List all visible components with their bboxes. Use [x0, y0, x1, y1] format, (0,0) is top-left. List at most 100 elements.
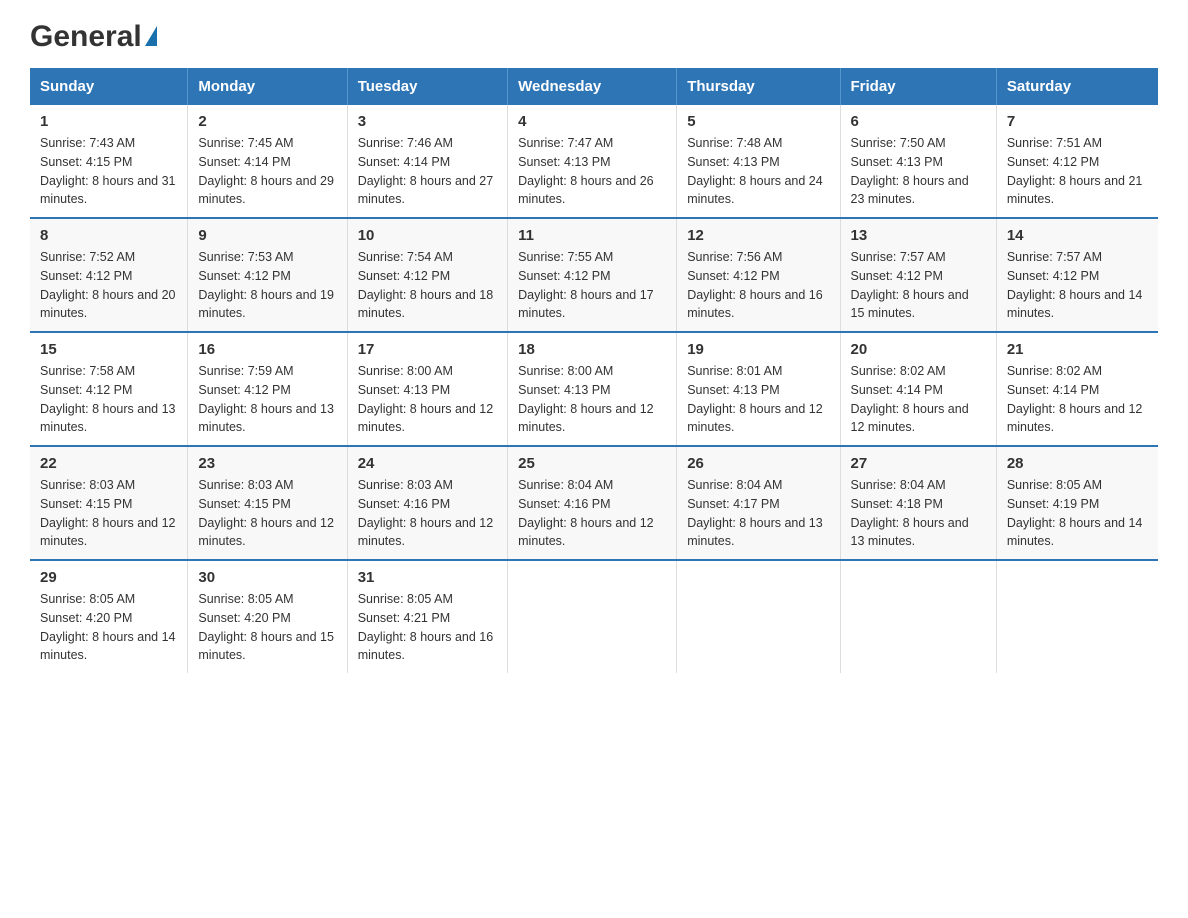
calendar-cell: 23 Sunrise: 8:03 AM Sunset: 4:15 PM Dayl…: [188, 446, 347, 560]
daylight-label: Daylight: 8 hours and 13 minutes.: [198, 402, 334, 435]
calendar-cell: 4 Sunrise: 7:47 AM Sunset: 4:13 PM Dayli…: [508, 105, 677, 218]
sunset-label: Sunset: 4:12 PM: [518, 269, 610, 283]
calendar-week-row: 8 Sunrise: 7:52 AM Sunset: 4:12 PM Dayli…: [30, 218, 1158, 332]
day-info: Sunrise: 8:05 AM Sunset: 4:20 PM Dayligh…: [198, 590, 336, 665]
daylight-label: Daylight: 8 hours and 12 minutes.: [851, 402, 969, 435]
day-info: Sunrise: 7:57 AM Sunset: 4:12 PM Dayligh…: [851, 248, 986, 323]
daylight-label: Daylight: 8 hours and 19 minutes.: [198, 288, 334, 321]
day-info: Sunrise: 8:02 AM Sunset: 4:14 PM Dayligh…: [1007, 362, 1148, 437]
calendar-cell: [840, 560, 996, 673]
daylight-label: Daylight: 8 hours and 26 minutes.: [518, 174, 654, 207]
calendar-cell: 21 Sunrise: 8:02 AM Sunset: 4:14 PM Dayl…: [996, 332, 1158, 446]
day-number: 21: [1007, 341, 1148, 358]
calendar-cell: 24 Sunrise: 8:03 AM Sunset: 4:16 PM Dayl…: [347, 446, 507, 560]
day-header-tuesday: Tuesday: [347, 68, 507, 105]
sunset-label: Sunset: 4:12 PM: [40, 269, 132, 283]
sunrise-label: Sunrise: 7:52 AM: [40, 250, 135, 264]
calendar-cell: 2 Sunrise: 7:45 AM Sunset: 4:14 PM Dayli…: [188, 105, 347, 218]
day-number: 26: [687, 455, 829, 472]
day-number: 25: [518, 455, 666, 472]
daylight-label: Daylight: 8 hours and 12 minutes.: [518, 516, 654, 549]
calendar-week-row: 1 Sunrise: 7:43 AM Sunset: 4:15 PM Dayli…: [30, 105, 1158, 218]
calendar-cell: 29 Sunrise: 8:05 AM Sunset: 4:20 PM Dayl…: [30, 560, 188, 673]
day-header-monday: Monday: [188, 68, 347, 105]
calendar-cell: [677, 560, 840, 673]
day-number: 8: [40, 227, 177, 244]
day-number: 14: [1007, 227, 1148, 244]
day-info: Sunrise: 7:57 AM Sunset: 4:12 PM Dayligh…: [1007, 248, 1148, 323]
sunrise-label: Sunrise: 7:43 AM: [40, 136, 135, 150]
day-info: Sunrise: 8:00 AM Sunset: 4:13 PM Dayligh…: [358, 362, 497, 437]
sunrise-label: Sunrise: 7:58 AM: [40, 364, 135, 378]
day-header-thursday: Thursday: [677, 68, 840, 105]
day-info: Sunrise: 8:04 AM Sunset: 4:16 PM Dayligh…: [518, 476, 666, 551]
day-number: 1: [40, 113, 177, 130]
day-info: Sunrise: 8:01 AM Sunset: 4:13 PM Dayligh…: [687, 362, 829, 437]
sunset-label: Sunset: 4:15 PM: [198, 497, 290, 511]
day-info: Sunrise: 8:05 AM Sunset: 4:21 PM Dayligh…: [358, 590, 497, 665]
calendar-cell: 16 Sunrise: 7:59 AM Sunset: 4:12 PM Dayl…: [188, 332, 347, 446]
calendar-week-row: 29 Sunrise: 8:05 AM Sunset: 4:20 PM Dayl…: [30, 560, 1158, 673]
day-number: 15: [40, 341, 177, 358]
daylight-label: Daylight: 8 hours and 13 minutes.: [851, 516, 969, 549]
calendar-cell: 22 Sunrise: 8:03 AM Sunset: 4:15 PM Dayl…: [30, 446, 188, 560]
day-info: Sunrise: 7:45 AM Sunset: 4:14 PM Dayligh…: [198, 134, 336, 209]
sunset-label: Sunset: 4:15 PM: [40, 497, 132, 511]
logo-triangle-icon: [145, 26, 157, 46]
day-info: Sunrise: 7:43 AM Sunset: 4:15 PM Dayligh…: [40, 134, 177, 209]
daylight-label: Daylight: 8 hours and 12 minutes.: [687, 402, 823, 435]
daylight-label: Daylight: 8 hours and 12 minutes.: [198, 516, 334, 549]
daylight-label: Daylight: 8 hours and 14 minutes.: [1007, 288, 1143, 321]
calendar-cell: 17 Sunrise: 8:00 AM Sunset: 4:13 PM Dayl…: [347, 332, 507, 446]
day-info: Sunrise: 7:47 AM Sunset: 4:13 PM Dayligh…: [518, 134, 666, 209]
sunrise-label: Sunrise: 8:05 AM: [1007, 478, 1102, 492]
day-number: 11: [518, 227, 666, 244]
daylight-label: Daylight: 8 hours and 12 minutes.: [518, 402, 654, 435]
day-number: 28: [1007, 455, 1148, 472]
daylight-label: Daylight: 8 hours and 29 minutes.: [198, 174, 334, 207]
day-number: 13: [851, 227, 986, 244]
calendar-cell: 26 Sunrise: 8:04 AM Sunset: 4:17 PM Dayl…: [677, 446, 840, 560]
sunrise-label: Sunrise: 8:02 AM: [1007, 364, 1102, 378]
calendar-cell: 12 Sunrise: 7:56 AM Sunset: 4:12 PM Dayl…: [677, 218, 840, 332]
sunrise-label: Sunrise: 7:57 AM: [851, 250, 946, 264]
calendar-cell: 28 Sunrise: 8:05 AM Sunset: 4:19 PM Dayl…: [996, 446, 1158, 560]
day-header-wednesday: Wednesday: [508, 68, 677, 105]
logo-general: General: [30, 20, 142, 54]
day-number: 6: [851, 113, 986, 130]
daylight-label: Daylight: 8 hours and 13 minutes.: [687, 516, 823, 549]
calendar-cell: 30 Sunrise: 8:05 AM Sunset: 4:20 PM Dayl…: [188, 560, 347, 673]
sunset-label: Sunset: 4:16 PM: [518, 497, 610, 511]
calendar-cell: 8 Sunrise: 7:52 AM Sunset: 4:12 PM Dayli…: [30, 218, 188, 332]
sunset-label: Sunset: 4:14 PM: [358, 155, 450, 169]
day-number: 12: [687, 227, 829, 244]
day-info: Sunrise: 8:05 AM Sunset: 4:19 PM Dayligh…: [1007, 476, 1148, 551]
sunset-label: Sunset: 4:14 PM: [851, 383, 943, 397]
daylight-label: Daylight: 8 hours and 16 minutes.: [358, 630, 494, 663]
day-info: Sunrise: 8:04 AM Sunset: 4:17 PM Dayligh…: [687, 476, 829, 551]
daylight-label: Daylight: 8 hours and 12 minutes.: [358, 402, 494, 435]
day-number: 22: [40, 455, 177, 472]
sunset-label: Sunset: 4:12 PM: [1007, 155, 1099, 169]
sunrise-label: Sunrise: 8:00 AM: [358, 364, 453, 378]
calendar-cell: 18 Sunrise: 8:00 AM Sunset: 4:13 PM Dayl…: [508, 332, 677, 446]
day-number: 4: [518, 113, 666, 130]
sunrise-label: Sunrise: 7:59 AM: [198, 364, 293, 378]
day-info: Sunrise: 7:54 AM Sunset: 4:12 PM Dayligh…: [358, 248, 497, 323]
calendar-cell: [508, 560, 677, 673]
calendar-cell: 20 Sunrise: 8:02 AM Sunset: 4:14 PM Dayl…: [840, 332, 996, 446]
daylight-label: Daylight: 8 hours and 18 minutes.: [358, 288, 494, 321]
sunrise-label: Sunrise: 7:55 AM: [518, 250, 613, 264]
sunset-label: Sunset: 4:20 PM: [40, 611, 132, 625]
sunrise-label: Sunrise: 8:02 AM: [851, 364, 946, 378]
sunrise-label: Sunrise: 7:54 AM: [358, 250, 453, 264]
sunset-label: Sunset: 4:13 PM: [687, 155, 779, 169]
day-info: Sunrise: 7:50 AM Sunset: 4:13 PM Dayligh…: [851, 134, 986, 209]
day-number: 20: [851, 341, 986, 358]
sunset-label: Sunset: 4:20 PM: [198, 611, 290, 625]
daylight-label: Daylight: 8 hours and 17 minutes.: [518, 288, 654, 321]
day-number: 7: [1007, 113, 1148, 130]
day-info: Sunrise: 8:03 AM Sunset: 4:15 PM Dayligh…: [40, 476, 177, 551]
sunrise-label: Sunrise: 7:51 AM: [1007, 136, 1102, 150]
sunrise-label: Sunrise: 8:05 AM: [198, 592, 293, 606]
